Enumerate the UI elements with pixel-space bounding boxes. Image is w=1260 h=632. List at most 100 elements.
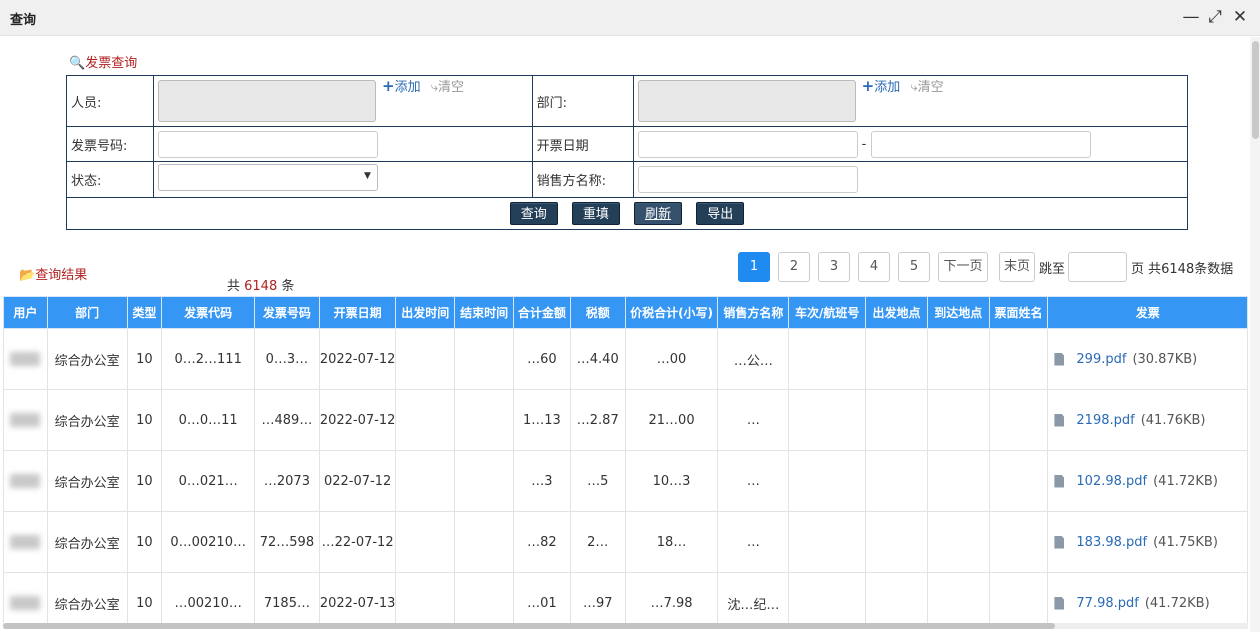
cell-number: 7185… [254,572,320,627]
seller-input[interactable] [637,166,858,193]
table-row[interactable]: 综合办公室 10 0…2…111 0…3… 2022-07-12 …60 …4.40 …00…… [3,328,1248,390]
cell-to [926,450,990,512]
jump-page-input[interactable] [1068,252,1127,282]
search-heading: 🔍发票查询 [69,56,138,71]
dept-add-button[interactable]: +添加 [862,77,901,95]
cell-trip-no [788,389,867,451]
table-header: 用户 部门 类型 发票代码 发票号码 开票日期 出发时间 结束时间 合计金额 税… [3,296,1248,329]
invoice-no-input[interactable] [157,130,378,158]
table-row[interactable]: 综合办公室 10 0…021… …2073 022-07-12 …3 …5 10…3… 102.… [3,450,1248,512]
cell-date: 2022-07-12 [318,328,397,390]
cell-to [926,511,990,573]
invoice-file-link[interactable]: 77.98.pdf [1076,596,1138,611]
refresh-button[interactable]: 刷新 [634,202,683,225]
cell-end-time [454,389,515,451]
cell-date: 2022-07-12 [318,389,397,451]
magnifier-icon: 🔍 [69,56,86,71]
status-select[interactable]: ▼ [157,164,378,191]
invoice-file-link[interactable]: 299.pdf [1076,352,1126,367]
cell-amount: …3 [513,450,571,512]
cell-tax: …97 [569,572,626,627]
col-header[interactable]: 结束时间 [454,296,515,329]
last-page-button[interactable]: 末页 [999,252,1035,282]
results-heading: 📂查询结果 [19,268,88,283]
cell-depart-time [395,328,456,390]
close-icon[interactable]: ✕ [1229,6,1251,28]
vertical-scrollbar[interactable] [1250,37,1260,632]
person-field[interactable] [157,80,376,122]
col-header[interactable]: 出发地点 [865,296,928,329]
table-row[interactable]: 综合办公室 10 …00210… 7185… 2022-07-13 …01 …97 …7.98… [3,572,1248,627]
scroll-thumb[interactable] [3,623,1055,629]
cell-user [3,511,48,573]
dept-clear-button[interactable]: ⤷清空 [910,80,943,95]
col-header[interactable]: 价税合计(小写) [624,296,719,329]
dept-field[interactable] [637,80,856,122]
invoice-file-size: (41.75KB) [1153,534,1218,550]
redacted-value [10,352,41,366]
minimize-icon[interactable]: — [1180,6,1202,28]
col-header[interactable]: 用户 [3,296,48,329]
cell-trip-no [788,328,867,390]
col-header[interactable]: 发票 [1047,296,1248,329]
cell-seller: … [717,511,790,573]
col-header[interactable]: 销售方名称 [717,296,790,329]
col-header[interactable]: 合计金额 [513,296,571,329]
file-icon [1054,535,1065,549]
person-clear-button[interactable]: ⤷清空 [431,80,464,95]
page-1-button[interactable]: 1 [738,252,770,282]
scroll-thumb[interactable] [1252,41,1259,139]
jump-label: 跳至 [1039,262,1066,277]
dept-label: 部门: [531,75,634,127]
page-3-button[interactable]: 3 [818,252,850,282]
eraser-icon: ⤷ [430,80,439,95]
col-header[interactable]: 部门 [46,296,128,329]
col-header[interactable]: 税额 [569,296,626,329]
file-icon [1054,474,1065,488]
horizontal-scrollbar[interactable] [3,623,1248,629]
col-header[interactable]: 开票日期 [318,296,397,329]
cell-depart-time [395,511,456,573]
cell-user [3,389,48,451]
page-2-button[interactable]: 2 [778,252,810,282]
col-header[interactable]: 车次/航班号 [788,296,867,329]
query-button[interactable]: 查询 [509,202,558,225]
date-end-input[interactable] [870,130,1091,158]
cell-seller: 沈…纪… [717,572,790,627]
page-5-button[interactable]: 5 [898,252,930,282]
redacted-value [10,474,41,488]
col-header[interactable]: 发票号码 [254,296,320,329]
cell-depart-time [395,572,456,627]
col-header[interactable]: 到达地点 [926,296,990,329]
table-row[interactable]: 综合办公室 10 0…0…11 …489… 2022-07-12 1…13 …2.87 21…… [3,389,1248,451]
invoice-file-link[interactable]: 183.98.pdf [1076,535,1147,550]
cell-user [3,572,48,627]
cell-tax: …4.40 [569,328,626,390]
col-header[interactable]: 票面姓名 [988,296,1049,329]
person-add-button[interactable]: +添加 [382,77,421,95]
results-table: 用户 部门 类型 发票代码 发票号码 开票日期 出发时间 结束时间 合计金额 税… [3,296,1248,627]
next-page-button[interactable]: 下一页 [938,252,988,282]
page-4-button[interactable]: 4 [858,252,890,282]
table-row[interactable]: 综合办公室 10 0…00210… 72…598 …22-07-12 …82 2… 18…… 1… [3,511,1248,573]
export-button[interactable]: 导出 [696,202,745,225]
date-start-input[interactable] [637,130,858,158]
cell-type: 10 [126,328,163,390]
invoice-no-label: 发票号码: [66,126,154,162]
cell-trip-no [788,511,867,573]
reset-button[interactable]: 重填 [571,202,620,225]
col-header[interactable]: 类型 [126,296,163,329]
plus-icon: + [382,77,395,95]
search-form: 人员: +添加 ⤷清空 部门: +添加 ⤷清空 发票号码: 开票日期 - 状态:… [66,75,1189,230]
invoice-file-link[interactable]: 2198.pdf [1076,413,1134,428]
cell-invoice: 2198.pdf (41.76KB) [1047,389,1248,451]
cell-total: 21…00 [624,389,719,451]
maximize-icon[interactable]: ⤢ [1204,6,1226,28]
col-header[interactable]: 出发时间 [395,296,456,329]
cell-code: 0…2…111 [161,328,256,390]
date-separator: - [861,136,867,152]
col-header[interactable]: 发票代码 [161,296,256,329]
cell-name [988,389,1049,451]
invoice-file-link[interactable]: 102.98.pdf [1076,474,1147,489]
cell-name [988,328,1049,390]
